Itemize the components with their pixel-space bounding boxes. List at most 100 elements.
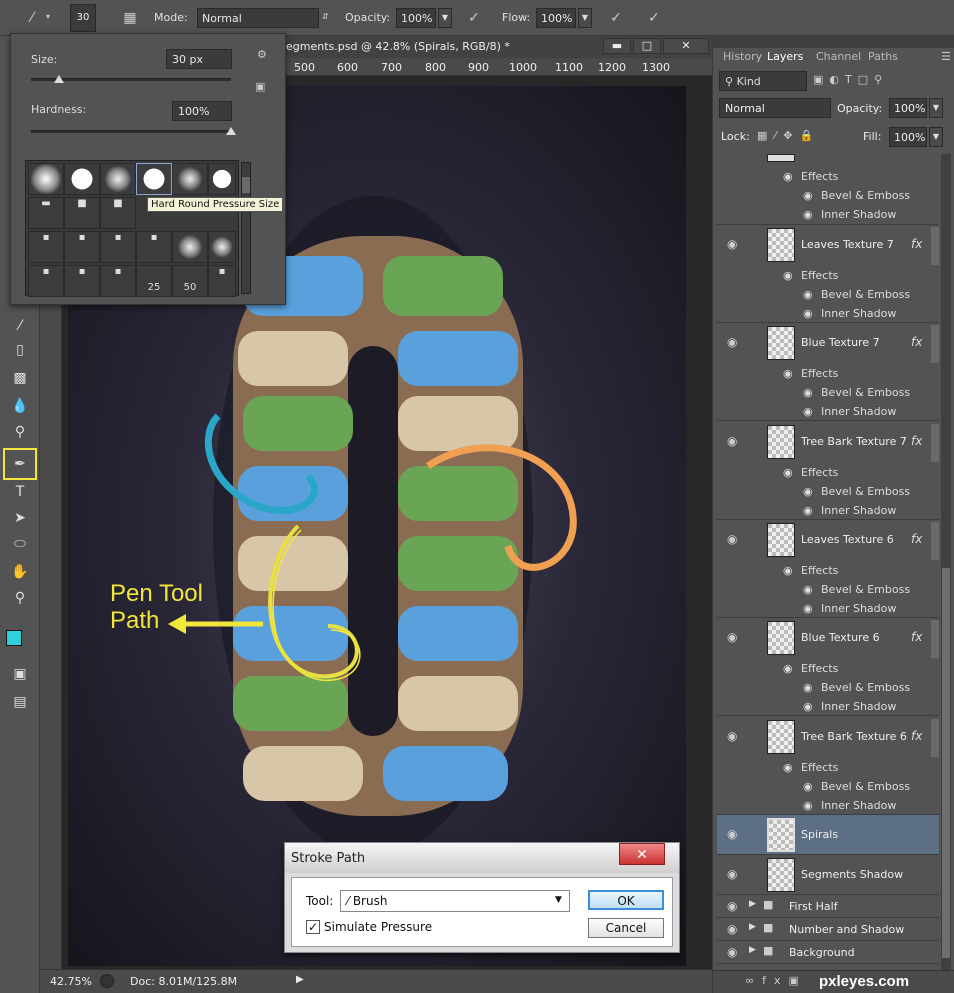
eye-icon[interactable]: ◉ <box>727 867 737 881</box>
brush-preset-picker[interactable]: 30 <box>70 4 96 32</box>
screen-mode-icon[interactable]: ▤ <box>6 690 34 714</box>
mode-select[interactable]: Normal <box>197 8 319 28</box>
layer-opacity-field[interactable]: 100% <box>889 98 927 118</box>
filter-kind-select[interactable]: ⚲ Kind <box>719 71 807 91</box>
footer-icons[interactable]: ∞fx▣ <box>745 974 807 987</box>
fx-icon[interactable]: fx <box>911 729 922 743</box>
tool-select[interactable]: ⁄ Brush ▼ <box>340 890 570 912</box>
new-preset-icon[interactable]: ▣ <box>255 80 265 93</box>
zoom-icon[interactable]: ⚲ <box>6 586 34 610</box>
layer-row[interactable]: ◉ Tree Bark Texture 7 fx ◉ Effects ◉ Bevel & E… <box>717 421 939 520</box>
brush-tip[interactable]: ▪ <box>100 231 136 263</box>
document-title[interactable]: egments.psd @ 42.8% (Spirals, RGB/8) * <box>286 40 510 53</box>
slider-thumb[interactable] <box>226 127 236 135</box>
dialog-close-button[interactable]: ✕ <box>619 843 665 865</box>
hardness-field[interactable]: 100% <box>172 101 232 121</box>
eye-icon[interactable]: ◉ <box>803 485 813 498</box>
layer-opacity-dropdown[interactable]: ▼ <box>929 98 943 118</box>
fx-icon[interactable]: fx <box>911 335 922 349</box>
eye-icon[interactable]: ◉ <box>803 780 813 793</box>
brush-tip[interactable]: ▪ <box>28 265 64 297</box>
minimize-button[interactable]: ▬ <box>603 38 631 54</box>
ok-button[interactable]: OK <box>588 890 664 910</box>
fx-icon[interactable]: fx <box>911 434 922 448</box>
eye-icon[interactable]: ◉ <box>803 700 813 713</box>
eye-icon[interactable]: ◉ <box>783 761 793 774</box>
foreground-color-swatch[interactable] <box>6 630 22 646</box>
eye-icon[interactable]: ◉ <box>803 583 813 596</box>
brush-tip[interactable]: ▬ <box>28 197 64 229</box>
brush-tip[interactable]: ■ <box>100 197 136 229</box>
zoom-level[interactable]: 42.75% <box>50 975 92 988</box>
fx-icon[interactable]: fx <box>911 532 922 546</box>
maximize-button[interactable]: □ <box>633 38 661 54</box>
eye-icon[interactable]: ◉ <box>727 434 737 448</box>
brush-tip[interactable]: ▪ <box>64 265 100 297</box>
brush-tip[interactable]: ▪ <box>100 265 136 297</box>
opacity-field[interactable]: 100% <box>396 8 436 28</box>
tip-scrollbar[interactable] <box>241 162 251 294</box>
tab-paths[interactable]: Paths <box>868 50 898 63</box>
gear-icon[interactable]: ⚙ <box>257 48 267 61</box>
pressure-opacity-icon[interactable]: ✓ <box>464 8 484 28</box>
chevron-down-icon[interactable]: ▾ <box>46 12 50 21</box>
fill-field[interactable]: 100% <box>889 127 927 147</box>
close-button[interactable]: ✕ <box>663 38 709 54</box>
eye-icon[interactable]: ◉ <box>727 335 737 349</box>
type-icon[interactable]: T <box>6 480 34 504</box>
eye-icon[interactable]: ◉ <box>783 662 793 675</box>
scroll-thumb[interactable] <box>242 177 250 193</box>
brush-tip[interactable] <box>208 163 236 195</box>
group-row[interactable]: ◉ ▶ ■ Number and Shadow <box>717 918 939 941</box>
layers-scrollbar[interactable] <box>941 154 951 974</box>
expand-icon[interactable]: ▶ <box>749 922 756 932</box>
flow-field[interactable]: 100% <box>536 8 576 28</box>
eye-icon[interactable]: ◉ <box>803 307 813 320</box>
eye-icon[interactable]: ◉ <box>803 405 813 418</box>
tab-history[interactable]: History <box>723 50 762 63</box>
hand-icon[interactable]: ✋ <box>6 560 34 584</box>
play-icon[interactable]: ▶ <box>296 974 304 985</box>
layer-row-segments-shadow[interactable]: ◉ Segments Shadow <box>717 855 939 895</box>
layer-row[interactable]: ◉ Blue Texture 6 fx ◉ Effects ◉ Bevel & Emboss… <box>717 618 939 717</box>
tab-layers[interactable]: Layers <box>763 50 808 63</box>
brush-tip[interactable]: ▪ <box>28 231 64 263</box>
dodge-icon[interactable]: ⚲ <box>6 420 34 444</box>
eye-icon[interactable]: ◉ <box>727 630 737 644</box>
eye-icon[interactable]: ◉ <box>783 564 793 577</box>
brush-panel-icon[interactable]: ▦ <box>120 8 140 28</box>
eye-icon[interactable]: ◉ <box>803 386 813 399</box>
filter-icons[interactable]: ▣◐T□⚲ <box>813 73 888 86</box>
gradient-icon[interactable]: ▩ <box>6 366 34 390</box>
brush-tip[interactable]: ▪ <box>208 265 236 297</box>
eye-icon[interactable]: ◉ <box>727 899 737 913</box>
expand-icon[interactable]: ▶ <box>749 945 756 955</box>
eye-icon[interactable]: ◉ <box>803 504 813 517</box>
eraser-icon[interactable]: ▯ <box>6 338 34 362</box>
slider-thumb[interactable] <box>54 75 64 83</box>
airbrush-icon[interactable]: ✓ <box>606 8 626 28</box>
quick-mask-icon[interactable]: ▣ <box>6 662 34 686</box>
eye-icon[interactable]: ◉ <box>783 367 793 380</box>
layer-row-partial[interactable]: ◉ Effects ◉ Bevel & Emboss ◉ Inner Shado… <box>717 154 939 225</box>
brush-tip-selected[interactable] <box>136 163 172 195</box>
eye-icon[interactable]: ◉ <box>727 827 737 841</box>
eye-icon[interactable]: ◉ <box>727 237 737 251</box>
brush-tip[interactable]: 25 <box>136 265 172 297</box>
brush-tip[interactable] <box>28 163 64 195</box>
brush-tip[interactable] <box>100 163 136 195</box>
eye-icon[interactable]: ◉ <box>783 269 793 282</box>
pen-tool-icon[interactable]: ✒ <box>6 452 34 476</box>
eye-icon[interactable]: ◉ <box>783 170 793 183</box>
eye-icon[interactable]: ◉ <box>783 466 793 479</box>
expand-icon[interactable]: ▶ <box>749 899 756 909</box>
brush-tip[interactable]: ▪ <box>136 231 172 263</box>
eye-icon[interactable]: ◉ <box>803 681 813 694</box>
brush-tip[interactable] <box>172 163 208 195</box>
group-row[interactable]: ◉ ▶ ■ First Half <box>717 895 939 918</box>
eye-icon[interactable]: ◉ <box>803 602 813 615</box>
eye-icon[interactable]: ◉ <box>727 532 737 546</box>
eye-icon[interactable]: ◉ <box>803 189 813 202</box>
eye-icon[interactable]: ◉ <box>727 922 737 936</box>
layer-row[interactable]: ◉ Blue Texture 7 fx ◉ Effects ◉ Bevel & Emboss… <box>717 323 939 422</box>
